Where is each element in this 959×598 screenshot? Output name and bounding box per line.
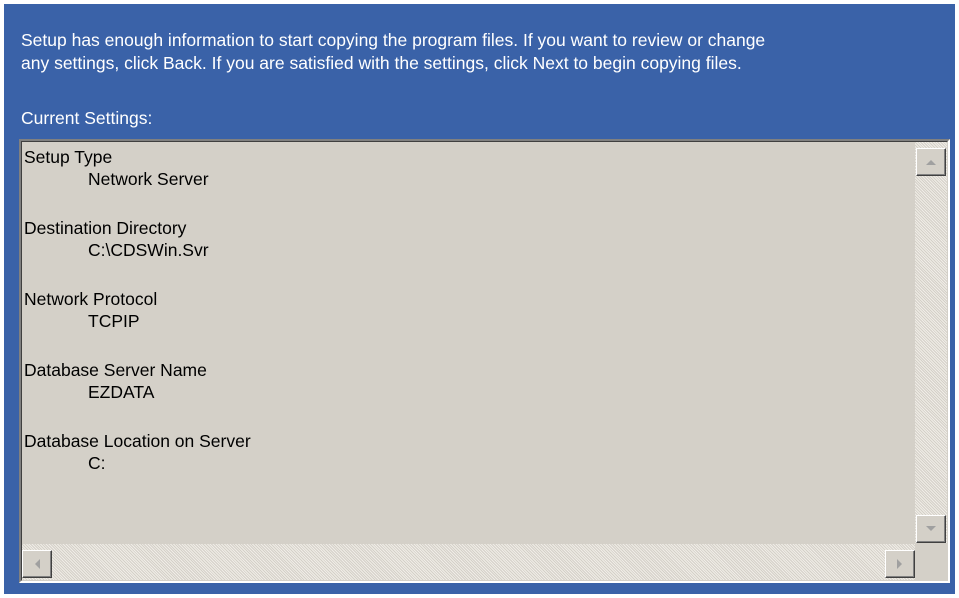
arrow-up-icon <box>926 160 936 165</box>
entry-label: Setup Type <box>24 147 113 167</box>
scrollbar-corner <box>915 544 947 580</box>
current-settings-inner: Setup Type Network Server Destination Di… <box>21 141 948 581</box>
instructions-text: Setup has enough information to start co… <box>21 30 766 73</box>
settings-entry-network-protocol: Network Protocol TCPIP <box>24 288 914 332</box>
horizontal-scrollbar[interactable] <box>22 544 915 580</box>
entry-value: TCPIP <box>88 311 140 331</box>
settings-entry-destination-directory: Destination Directory C:\CDSWin.Svr <box>24 217 914 261</box>
entry-value: EZDATA <box>88 382 155 402</box>
entry-value: Network Server <box>88 169 209 189</box>
entry-label: Destination Directory <box>24 218 187 238</box>
settings-entry-database-location: Database Location on Server C: <box>24 430 914 474</box>
current-settings-box[interactable]: Setup Type Network Server Destination Di… <box>19 139 950 583</box>
arrow-left-icon <box>35 559 40 569</box>
scroll-down-button[interactable] <box>916 515 946 543</box>
current-settings-content: Setup Type Network Server Destination Di… <box>24 146 914 546</box>
entry-label: Database Location on Server <box>24 431 251 451</box>
arrow-right-icon <box>897 559 902 569</box>
entry-value: C: <box>88 453 106 473</box>
entry-label: Database Server Name <box>24 360 207 380</box>
entry-label: Network Protocol <box>24 289 158 309</box>
scroll-left-button[interactable] <box>22 550 52 578</box>
settings-entry-database-server-name: Database Server Name EZDATA <box>24 359 914 403</box>
scroll-right-button[interactable] <box>885 550 915 578</box>
settings-entry-setup-type: Setup Type Network Server <box>24 146 914 190</box>
vertical-scrollbar[interactable] <box>915 142 947 543</box>
arrow-down-icon <box>926 526 936 531</box>
scroll-up-button[interactable] <box>916 148 946 176</box>
current-settings-label: Current Settings: <box>21 108 153 128</box>
entry-value: C:\CDSWin.Svr <box>88 240 209 260</box>
setup-summary-panel: Setup has enough information to start co… <box>4 4 955 594</box>
dialog-background: Setup has enough information to start co… <box>0 0 959 598</box>
